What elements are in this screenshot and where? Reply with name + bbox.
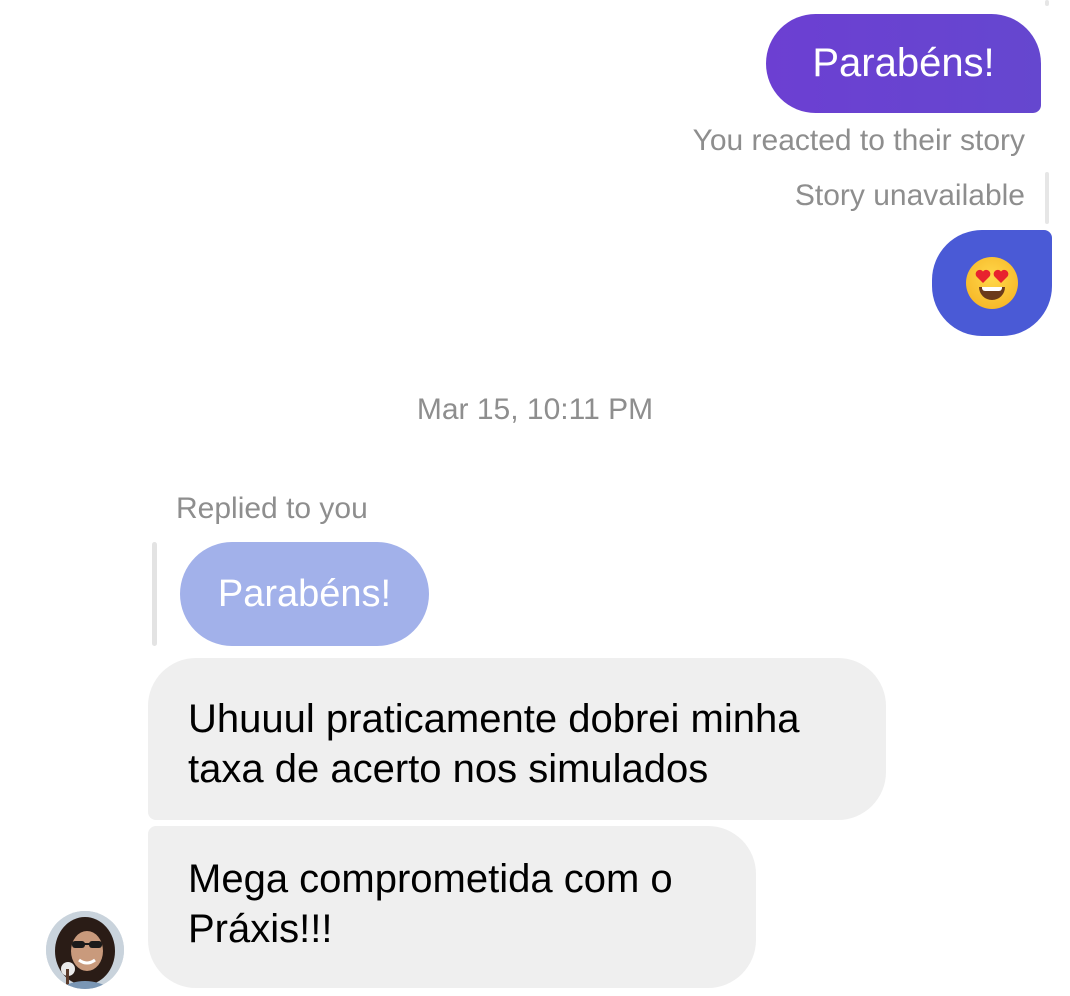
- message-line: Práxis!!!: [188, 907, 333, 951]
- story-reply-line: [1045, 172, 1049, 224]
- avatar[interactable]: [46, 911, 124, 989]
- message-line: Mega comprometida com o: [188, 857, 673, 901]
- reacted-to-story-label: You reacted to their story: [692, 124, 1025, 157]
- heart-eyes-emoji-icon: [966, 257, 1018, 309]
- reply-quote-line: [152, 542, 157, 646]
- heart-icon: [975, 269, 991, 283]
- message-line: Uhuuul praticamente dobrei minha: [188, 697, 800, 741]
- sent-message-text: Parabéns!: [812, 41, 995, 85]
- replied-to-you-label: Replied to you: [176, 492, 368, 525]
- message-line: taxa de acerto nos simulados: [188, 747, 709, 791]
- profile-photo-icon: [46, 911, 124, 989]
- quoted-message-text: Parabéns!: [217, 572, 392, 615]
- top-divider: [1045, 0, 1049, 6]
- sent-message-bubble[interactable]: Parabéns!: [766, 14, 1041, 113]
- story-reaction-bubble[interactable]: [932, 230, 1052, 336]
- quoted-message-bubble[interactable]: Parabéns!: [180, 542, 429, 646]
- emoji-mouth: [979, 287, 1005, 300]
- received-message-bubble[interactable]: Uhuuul praticamente dobrei minha taxa de…: [148, 658, 886, 820]
- story-unavailable-label: Story unavailable: [794, 179, 1025, 212]
- heart-icon: [993, 269, 1009, 283]
- message-timestamp: Mar 15, 10:11 PM: [416, 393, 654, 426]
- received-message-bubble[interactable]: Mega comprometida com o Práxis!!!: [148, 826, 756, 988]
